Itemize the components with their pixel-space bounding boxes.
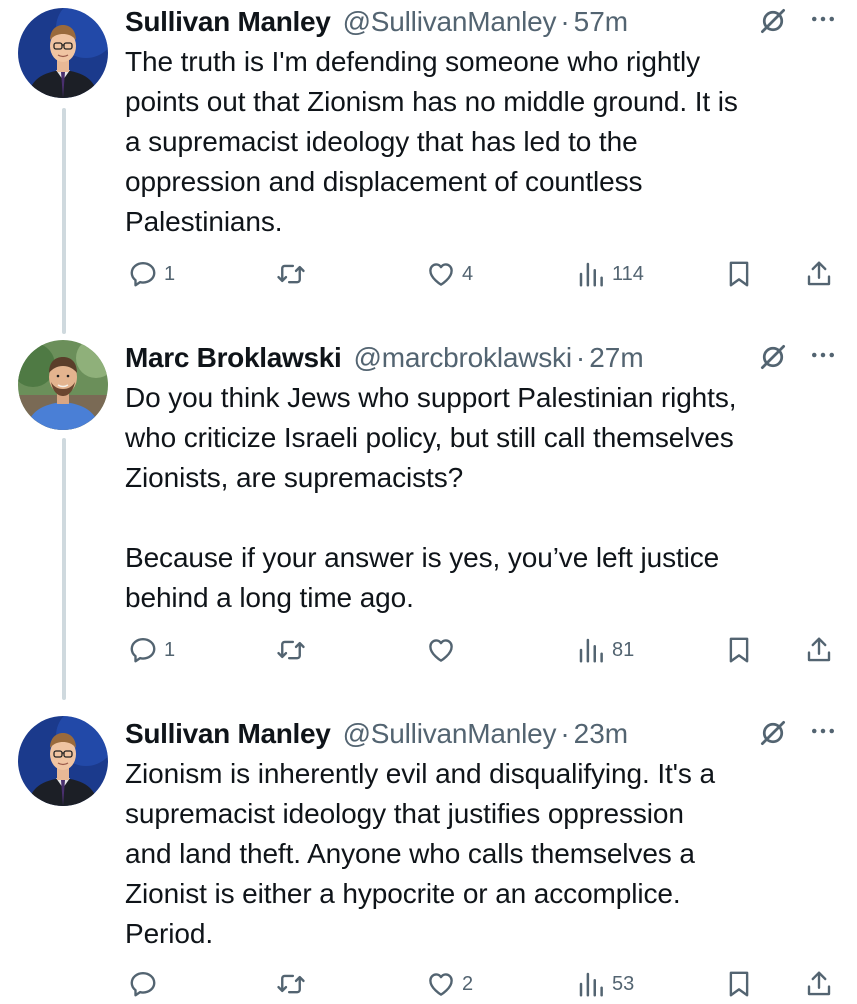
share-icon [804, 969, 834, 999]
like-count: 4 [462, 262, 474, 285]
heart-icon [426, 969, 456, 999]
views-button[interactable]: 81 [576, 630, 634, 670]
tweet-text: Do you think Jews who support Palestinia… [125, 382, 737, 613]
reply-button[interactable]: 1 [128, 630, 175, 670]
tweet-header: Sullivan Manley @SullivanManley · 23m [125, 714, 628, 754]
action-bar: 1 81 [0, 630, 857, 670]
author-handle[interactable]: @marcbroklawski [354, 342, 573, 374]
share-button[interactable] [804, 254, 834, 294]
views-chart-icon [576, 969, 606, 999]
heart-icon [426, 259, 456, 289]
author-handle[interactable]: @SullivanManley [343, 6, 557, 38]
tweet-text: The truth is I'm defending someone who r… [125, 46, 738, 237]
views-button[interactable]: 114 [576, 254, 644, 294]
timestamp[interactable]: 27m [589, 342, 643, 374]
tweet[interactable]: Marc Broklawski @marcbroklawski · 27m Do… [0, 336, 857, 676]
view-count: 53 [612, 972, 635, 995]
timestamp[interactable]: 23m [574, 718, 628, 750]
author-handle[interactable]: @SullivanManley [343, 718, 557, 750]
separator-dot: · [560, 6, 570, 37]
bookmark-icon [724, 969, 754, 999]
grok-icon[interactable] [758, 718, 788, 748]
bookmark-icon [724, 635, 754, 665]
share-button[interactable] [804, 630, 834, 670]
share-icon [804, 259, 834, 289]
like-button[interactable]: 4 [426, 254, 473, 294]
views-chart-icon [576, 259, 606, 289]
retweet-button[interactable] [276, 630, 312, 670]
reply-icon [128, 969, 158, 999]
action-bar: 1 4 114 [0, 254, 857, 294]
share-icon [804, 635, 834, 665]
author-name[interactable]: Sullivan Manley [125, 6, 331, 38]
separator-dot: · [560, 718, 570, 749]
views-chart-icon [576, 635, 606, 665]
bookmark-button[interactable] [724, 254, 754, 294]
reply-button[interactable] [128, 964, 164, 1004]
avatar[interactable] [18, 340, 108, 430]
tweet[interactable]: Sullivan Manley @SullivanManley · 23m Zi… [0, 712, 857, 1000]
tweet-text: Zionism is inherently evil and disqualif… [125, 758, 715, 949]
like-button[interactable] [426, 630, 462, 670]
reply-count: 1 [164, 638, 176, 661]
more-icon[interactable] [808, 340, 838, 370]
timestamp[interactable]: 57m [574, 6, 628, 38]
reply-icon [128, 259, 158, 289]
author-name[interactable]: Sullivan Manley [125, 718, 331, 750]
action-bar: 2 53 [0, 964, 857, 1004]
avatar[interactable] [18, 8, 108, 98]
tweet-header: Marc Broklawski @marcbroklawski · 27m [125, 338, 644, 378]
bookmark-icon [724, 259, 754, 289]
like-button[interactable]: 2 [426, 964, 473, 1004]
bookmark-button[interactable] [724, 964, 754, 1004]
reply-icon [128, 635, 158, 665]
retweet-icon [276, 259, 306, 289]
like-count: 2 [462, 972, 474, 995]
avatar[interactable] [18, 716, 108, 806]
retweet-button[interactable] [276, 964, 312, 1004]
bookmark-button[interactable] [724, 630, 754, 670]
views-button[interactable]: 53 [576, 964, 634, 1004]
retweet-button[interactable] [276, 254, 312, 294]
more-icon[interactable] [808, 4, 838, 34]
heart-icon [426, 635, 456, 665]
tweet[interactable]: Sullivan Manley @SullivanManley · 57m Th… [0, 0, 857, 300]
more-icon[interactable] [808, 716, 838, 746]
separator-dot: · [575, 342, 586, 373]
grok-icon[interactable] [758, 6, 788, 36]
author-name[interactable]: Marc Broklawski [125, 342, 342, 374]
reply-count: 1 [164, 262, 176, 285]
view-count: 114 [612, 262, 644, 285]
grok-icon[interactable] [758, 342, 788, 372]
share-button[interactable] [804, 964, 834, 1004]
retweet-icon [276, 635, 306, 665]
tweet-header: Sullivan Manley @SullivanManley · 57m [125, 2, 628, 42]
view-count: 81 [612, 638, 635, 661]
reply-button[interactable]: 1 [128, 254, 175, 294]
retweet-icon [276, 969, 306, 999]
